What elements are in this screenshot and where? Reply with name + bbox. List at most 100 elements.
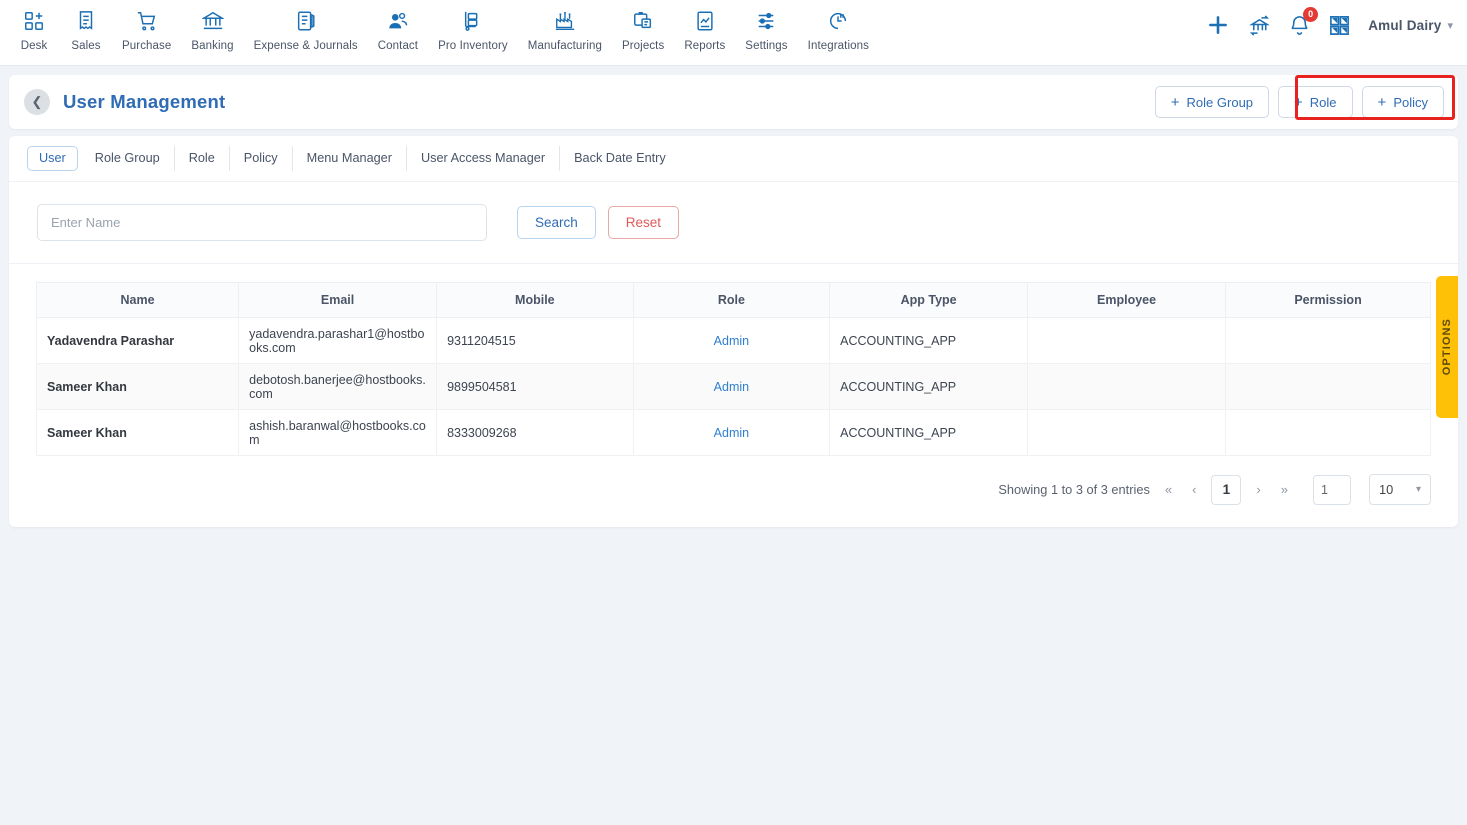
tab-policy[interactable]: Policy <box>230 146 293 172</box>
nav-item-integrations[interactable]: Integrations <box>798 0 879 52</box>
cell-employee <box>1027 409 1227 457</box>
nav-item-desk[interactable]: Desk <box>8 0 60 52</box>
nav-label: Desk <box>20 40 48 52</box>
table-row[interactable]: Yadavendra Parashar yadavendra.parashar1… <box>35 317 1431 365</box>
nav-item-manufacturing[interactable]: Manufacturing <box>518 0 612 52</box>
nav-label: Manufacturing <box>527 40 602 52</box>
options-label: OPTIONS <box>1441 318 1453 376</box>
nav-item-banking[interactable]: Banking <box>181 0 243 52</box>
nav-item-sales[interactable]: Sales <box>60 0 112 52</box>
role-link[interactable]: Admin <box>714 334 749 348</box>
nav-label: Contact <box>377 40 419 52</box>
page-size-value: 10 <box>1379 482 1394 498</box>
tab-user[interactable]: User <box>27 146 78 172</box>
search-button[interactable]: Search <box>517 206 596 240</box>
table-body: Yadavendra Parashar yadavendra.parashar1… <box>35 317 1431 457</box>
double-chevron-left-icon[interactable]: « <box>1160 482 1177 497</box>
search-filter-row: Search Reset <box>9 182 1458 265</box>
table-header-row: Name Email Mobile Role App Type Employee… <box>35 282 1431 319</box>
desk-icon <box>23 8 45 34</box>
nav-item-purchase[interactable]: Purchase <box>112 0 181 52</box>
back-chevron-icon[interactable]: ❮ <box>24 89 50 115</box>
tab-label: User <box>39 151 66 165</box>
top-navigation-bar: Desk Sales Purchase Banking Expense & Jo… <box>0 0 1467 66</box>
add-role-group-button[interactable]: + Role Group <box>1154 86 1270 118</box>
tab-bar: User Role Group Role Policy Menu Manager… <box>9 136 1458 183</box>
current-page-button[interactable]: 1 <box>1211 474 1242 505</box>
cell-email: ashish.baranwal@hostbooks.com <box>238 409 438 457</box>
cell-employee <box>1027 363 1227 411</box>
tab-menu-manager[interactable]: Menu Manager <box>293 146 407 172</box>
add-policy-button[interactable]: + Policy <box>1361 86 1444 118</box>
tab-label: User Access Manager <box>420 151 546 165</box>
projects-clipboard-icon <box>632 8 654 34</box>
tab-back-date-entry[interactable]: Back Date Entry <box>560 146 680 171</box>
cell-email: yadavendra.parashar1@hostbooks.com <box>238 317 438 365</box>
page-title: User Management <box>63 91 226 112</box>
table-header: Name Email Mobile Role App Type Employee… <box>35 282 1431 319</box>
double-chevron-right-icon[interactable]: » <box>1276 482 1293 497</box>
purchase-cart-icon <box>136 8 158 34</box>
cell-app-type: ACCOUNTING_APP <box>829 317 1029 365</box>
apps-grid-icon[interactable] <box>1328 14 1351 37</box>
sales-icon <box>75 8 97 34</box>
nav-item-expense-journals[interactable]: Expense & Journals <box>244 0 368 52</box>
chevron-down-icon: ▾ <box>1415 484 1421 496</box>
cell-app-type: ACCOUNTING_APP <box>829 409 1029 457</box>
options-side-tab[interactable]: OPTIONS <box>1436 276 1458 418</box>
contacts-icon <box>387 8 409 34</box>
button-label: Role <box>1309 94 1337 110</box>
org-switcher[interactable]: Amul Dairy ▾ <box>1368 18 1453 33</box>
user-management-card: User Role Group Role Policy Menu Manager… <box>9 136 1458 528</box>
nav-item-projects[interactable]: Projects <box>612 0 674 52</box>
cell-role: Admin <box>632 363 831 411</box>
cell-permission <box>1225 409 1431 457</box>
column-header-employee: Employee <box>1027 282 1227 319</box>
settings-sliders-icon <box>755 8 777 34</box>
role-link[interactable]: Admin <box>714 426 749 440</box>
integrations-plug-icon <box>827 8 849 34</box>
table-row[interactable]: Sameer Khan ashish.baranwal@hostbooks.co… <box>35 409 1431 457</box>
cell-mobile: 9899504581 <box>436 363 634 411</box>
cell-mobile: 9311204515 <box>436 317 634 365</box>
chevron-left-icon[interactable]: ‹ <box>1187 482 1201 497</box>
cell-permission <box>1225 363 1431 411</box>
chevron-right-icon[interactable]: › <box>1251 482 1265 497</box>
role-link[interactable]: Admin <box>714 380 749 394</box>
column-header-name: Name <box>35 282 240 319</box>
column-header-app-type: App Type <box>829 282 1029 319</box>
nav-item-reports[interactable]: Reports <box>674 0 735 52</box>
tab-role[interactable]: Role <box>175 146 230 172</box>
notification-bell-icon[interactable]: 0 <box>1288 6 1319 37</box>
nav-label: Pro Inventory <box>438 40 508 52</box>
cell-employee <box>1027 317 1227 365</box>
bank-icon <box>201 8 224 34</box>
pagination-bar: Showing 1 to 3 of 3 entries « ‹ 1 › » 10… <box>9 456 1458 527</box>
cell-name: Yadavendra Parashar <box>35 317 240 365</box>
bank-transfer-icon[interactable] <box>1248 14 1271 37</box>
plus-icon[interactable] <box>1205 12 1231 38</box>
nav-item-contact[interactable]: Contact <box>368 0 428 52</box>
tab-label: Role Group <box>94 151 160 165</box>
nav-item-settings[interactable]: Settings <box>735 0 797 52</box>
page-jump-input[interactable] <box>1313 474 1351 505</box>
reset-button[interactable]: Reset <box>607 206 680 240</box>
cell-mobile: 8333009268 <box>436 409 634 457</box>
tab-user-access-manager[interactable]: User Access Manager <box>407 146 561 172</box>
table-row[interactable]: Sameer Khan debotosh.banerjee@hostbooks.… <box>35 363 1431 411</box>
page-header-actions: + Role Group + Role + Policy <box>1154 75 1444 129</box>
add-role-button[interactable]: + Role <box>1278 86 1353 118</box>
column-header-role: Role <box>632 282 831 319</box>
journal-icon <box>295 8 317 34</box>
plus-icon: + <box>1170 93 1180 111</box>
tab-role-group[interactable]: Role Group <box>81 146 175 172</box>
nav-item-pro-inventory[interactable]: Pro Inventory <box>428 0 518 52</box>
reports-chart-icon <box>694 8 716 34</box>
search-input[interactable] <box>37 204 487 242</box>
manufacturing-icon <box>554 8 576 34</box>
plus-icon: + <box>1294 93 1303 111</box>
button-label: Role Group <box>1186 94 1254 110</box>
tab-label: Back Date Entry <box>574 151 666 165</box>
nav-label: Sales <box>71 40 101 52</box>
page-size-select[interactable]: 10 ▾ <box>1369 474 1431 506</box>
